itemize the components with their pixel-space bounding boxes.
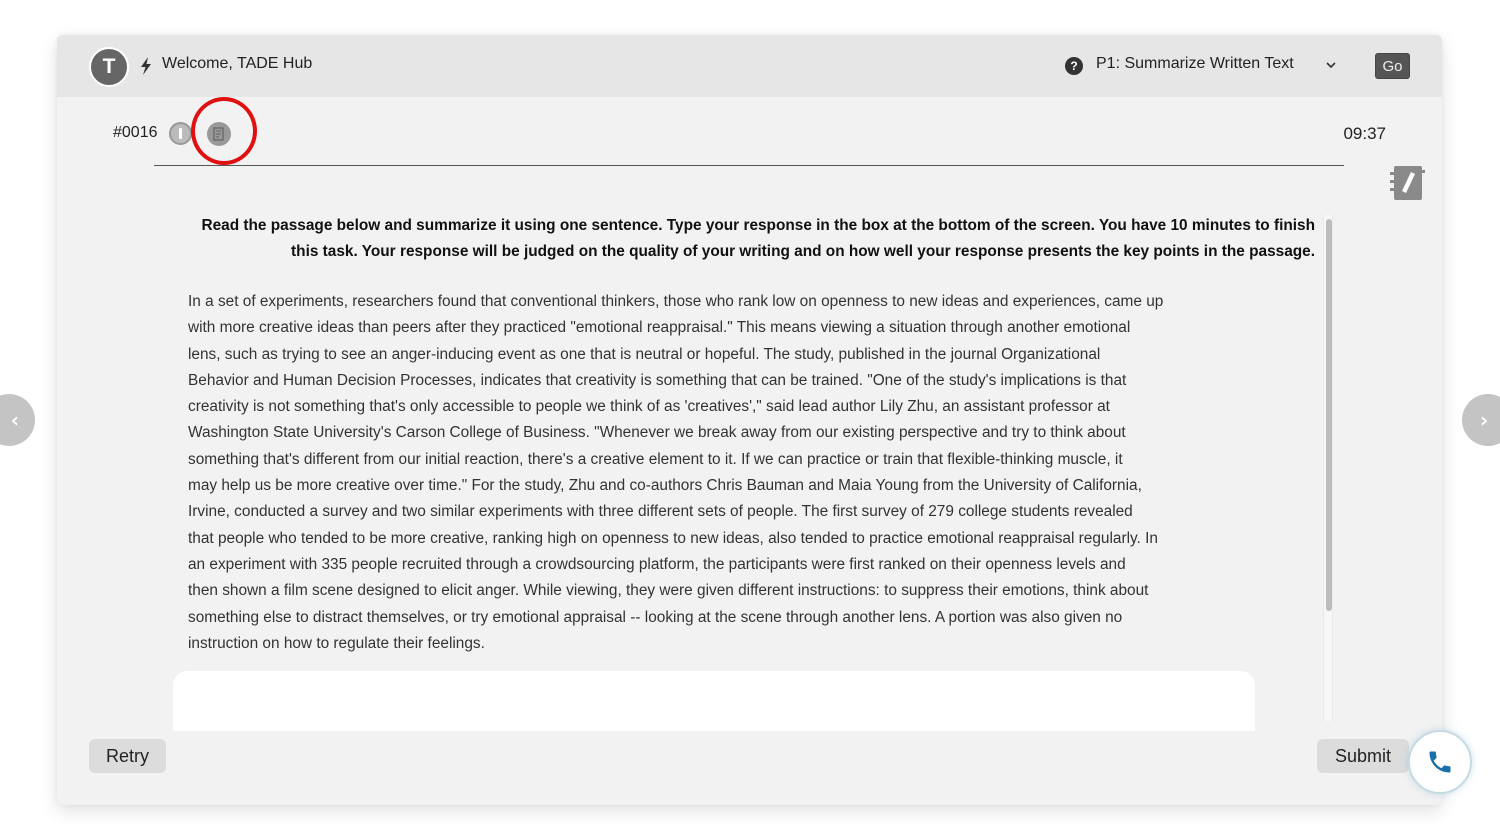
- lightning-icon: [141, 57, 151, 75]
- next-question-button[interactable]: ›: [1462, 394, 1500, 446]
- task-card: T Welcome, TADE Hub ? P1: Summarize Writ…: [57, 35, 1442, 805]
- question-circle-icon[interactable]: ?: [1065, 57, 1083, 75]
- retry-button[interactable]: Retry: [89, 739, 166, 773]
- submit-button[interactable]: Submit: [1317, 739, 1409, 773]
- user-avatar[interactable]: T: [89, 47, 129, 87]
- phone-icon: [1429, 751, 1451, 773]
- header-divider: [154, 165, 1344, 166]
- info-icon[interactable]: [169, 122, 192, 145]
- passage-line: then shown a film scene designed to elic…: [188, 582, 1149, 600]
- passage-line: something that's different from our init…: [188, 450, 1123, 468]
- passage-line: Irvine, conducted a survey and two simil…: [188, 503, 1133, 521]
- task-type-select[interactable]: P1: Summarize Written Text: [1096, 55, 1294, 73]
- chevron-right-icon: ›: [1480, 408, 1489, 432]
- passage-line: something else to distract themselves, o…: [188, 608, 1123, 626]
- previous-question-button[interactable]: ‹: [0, 394, 35, 446]
- note-icon[interactable]: [207, 122, 231, 146]
- response-textarea[interactable]: [173, 671, 1255, 731]
- passage-scrollbar[interactable]: [1323, 215, 1333, 721]
- go-button[interactable]: Go: [1375, 53, 1410, 79]
- scrollbar-thumb[interactable]: [1326, 219, 1332, 611]
- passage-line: instruction on how to regulate their fee…: [188, 634, 485, 652]
- passage-line: may help us be more creative over time."…: [188, 477, 1142, 495]
- countdown-timer: 09:37: [1343, 124, 1386, 143]
- task-instructions: Read the passage below and summarize it …: [201, 217, 1316, 260]
- passage-scroll-area[interactable]: Read the passage below and summarize it …: [167, 213, 1337, 721]
- question-number: #0016: [113, 124, 158, 141]
- passage-line: In a set of experiments, researchers fou…: [188, 293, 1164, 310]
- notebook-pen-icon[interactable]: [1388, 163, 1428, 203]
- reading-passage: In a set of experiments, researchers fou…: [188, 289, 1243, 657]
- passage-line: creativity is not something that's only …: [188, 398, 1110, 416]
- passage-line: Washington State University's Carson Col…: [188, 424, 1126, 442]
- passage-line: an experiment with 335 people recruited …: [188, 555, 1126, 573]
- welcome-text: Welcome, TADE Hub: [162, 55, 313, 72]
- chevron-left-icon: ‹: [10, 408, 19, 432]
- passage-line: with more creative ideas than peers afte…: [188, 319, 1131, 337]
- call-support-button[interactable]: [1408, 730, 1472, 794]
- passage-line: that people who tended to be more creati…: [188, 529, 1158, 547]
- chevron-down-icon[interactable]: [1323, 57, 1339, 73]
- passage-line: Behavior and Human Decision Processes, i…: [188, 371, 1127, 389]
- passage-line: lens, such as trying to see an anger-ind…: [188, 345, 1101, 363]
- header-bar: T Welcome, TADE Hub ? P1: Summarize Writ…: [57, 35, 1442, 97]
